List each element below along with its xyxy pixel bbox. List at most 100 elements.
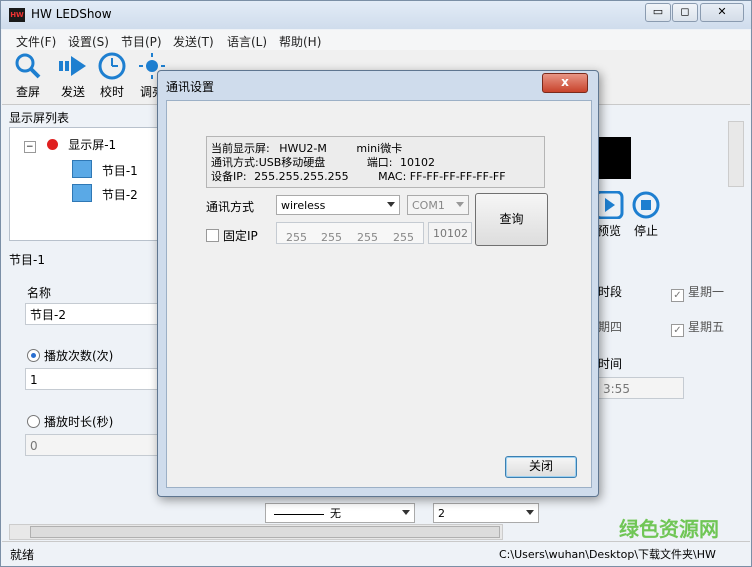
time-label: 时间 <box>598 357 623 371</box>
status-bar: 就绪 C:\Users\wuhan\Desktop\下载文件夹\HW <box>2 541 750 566</box>
program-panel-header: 节目-1 <box>9 253 45 267</box>
menu-language[interactable]: 语言(L) <box>227 33 267 50</box>
weekday-1-label: 星期一 <box>688 285 725 299</box>
ip-segment-4: 255 <box>393 231 414 244</box>
stop-label: 停止 <box>633 224 658 238</box>
port-input[interactable]: 10102 <box>428 222 472 244</box>
close-button[interactable]: ✕ <box>700 3 744 22</box>
line-style-swatch <box>274 513 324 515</box>
weekday-4-label: 期四 <box>598 320 623 334</box>
line-style-select[interactable]: 无 <box>265 503 415 523</box>
com-port-select[interactable]: COM1 <box>407 195 469 215</box>
mac-value: FF-FF-FF-FF-FF-FF <box>409 170 506 183</box>
screen-list-header: 显示屏列表 <box>9 111 70 125</box>
menu-program[interactable]: 节目(P) <box>121 33 162 50</box>
line-style-value: 无 <box>330 507 341 520</box>
dialog-body: 当前显示屏: HWU2-M mini微卡 通讯方式:USB移动硬盘 端口: 10… <box>166 100 592 488</box>
title-bar: HW HW LEDShow ▭ ◻ ✕ <box>1 1 751 29</box>
program-2-label: 节目-2 <box>101 188 138 202</box>
clock-label: 校时 <box>99 85 124 99</box>
query-button[interactable]: 查询 <box>475 193 548 246</box>
fixed-ip-input[interactable]: 255 255 255 255 <box>276 222 424 244</box>
stop-button[interactable]: 停止 <box>626 191 666 241</box>
screen-tree: − 显示屏-1 节目-1 节目-2 <box>9 127 159 241</box>
dialog-close-icon[interactable]: x <box>542 73 588 93</box>
time-input[interactable]: 3:55 <box>598 377 684 399</box>
tree-item-program-1[interactable]: 节目-1 <box>72 160 138 179</box>
com-port-value: COM1 <box>412 199 445 212</box>
app-title: HW LEDShow <box>31 7 112 21</box>
menu-settings[interactable]: 设置(S) <box>68 33 109 50</box>
watermark: 绿色资源网 <box>619 517 719 541</box>
maximize-button[interactable]: ◻ <box>672 3 698 22</box>
tree-item-screen[interactable]: − 显示屏-1 <box>24 136 116 153</box>
mac-label: MAC: <box>378 170 407 183</box>
send-button[interactable]: 发送 <box>53 52 93 102</box>
info-line-3: 设备IP: 255.255.255.255 MAC: FF-FF-FF-FF-F… <box>211 168 506 184</box>
fixed-ip-checkbox[interactable]: 固定IP <box>206 227 258 244</box>
play-count-radio[interactable]: 播放次数(次) <box>27 347 113 364</box>
device-info-box: 当前显示屏: HWU2-M mini微卡 通讯方式:USB移动硬盘 端口: 10… <box>206 136 545 188</box>
play-count-label: 播放次数(次) <box>44 349 114 363</box>
ip-label: 设备IP: <box>211 170 247 183</box>
radio-icon <box>27 415 40 428</box>
radio-icon <box>27 349 40 362</box>
menu-send[interactable]: 发送(T) <box>173 33 214 50</box>
checkbox-icon <box>206 229 219 242</box>
app-logo-icon: HW <box>9 8 25 22</box>
minimize-button[interactable]: ▭ <box>645 3 671 22</box>
program-icon <box>72 160 92 178</box>
find-label: 查屏 <box>15 85 40 99</box>
scroll-thumb[interactable] <box>30 526 500 538</box>
find-screen-button[interactable]: 查屏 <box>8 52 48 102</box>
ip-segment-1: 255 <box>286 231 307 244</box>
red-dot-icon <box>47 139 59 150</box>
stop-icon <box>632 191 660 219</box>
comm-settings-dialog: 通讯设置 x 当前显示屏: HWU2-M mini微卡 通讯方式:USB移动硬盘… <box>157 70 599 497</box>
screen-label: 显示屏-1 <box>68 138 117 152</box>
line-width-select[interactable]: 2 <box>433 503 539 523</box>
play-duration-radio[interactable]: 播放时长(秒) <box>27 413 113 430</box>
ip-segment-2: 255 <box>321 231 342 244</box>
fixed-ip-label: 固定IP <box>223 229 258 243</box>
ip-segment-3: 255 <box>357 231 378 244</box>
weekday-1-checkbox[interactable]: ✓ 星期一 <box>671 283 724 302</box>
arrow-right-icon <box>59 56 86 76</box>
chevron-down-icon <box>526 510 534 515</box>
weekday-5-checkbox[interactable]: ✓ 星期五 <box>671 318 724 337</box>
name-input[interactable]: 节目-2 <box>25 303 159 325</box>
comm-mode-select-value: wireless <box>281 199 326 212</box>
name-label: 名称 <box>27 286 52 300</box>
tree-item-program-2[interactable]: 节目-2 <box>72 184 138 203</box>
comm-mode-select[interactable]: wireless <box>276 195 400 215</box>
status-text: 就绪 <box>10 548 35 562</box>
comm-mode-field-label: 通讯方式 <box>206 200 255 214</box>
time-segment-label: 时段 <box>598 285 623 299</box>
play-count-input[interactable]: 1 <box>25 368 159 390</box>
preview-screen <box>595 137 631 179</box>
program-1-label: 节目-1 <box>101 164 138 178</box>
checkbox-icon: ✓ <box>671 289 684 302</box>
play-duration-input[interactable]: 0 <box>25 434 159 456</box>
menu-file[interactable]: 文件(F) <box>16 33 56 50</box>
ip-value: 255.255.255.255 <box>254 170 349 183</box>
program-icon <box>72 184 92 202</box>
dialog-close-button[interactable]: 关闭 <box>505 456 577 478</box>
chevron-down-icon <box>387 202 395 207</box>
dialog-title: 通讯设置 <box>166 80 215 94</box>
clock-icon <box>98 52 126 80</box>
line-width-value: 2 <box>438 507 445 520</box>
clock-sync-button[interactable]: 校时 <box>92 52 132 102</box>
chevron-down-icon <box>456 202 464 207</box>
menu-help[interactable]: 帮助(H) <box>279 33 321 50</box>
status-path: C:\Users\wuhan\Desktop\下载文件夹\HW <box>499 548 716 561</box>
play-duration-label: 播放时长(秒) <box>44 415 114 429</box>
send-label: 发送 <box>60 85 85 99</box>
menu-bar: 文件(F) 设置(S) 节目(P) 发送(T) 语言(L) 帮助(H) <box>2 30 750 50</box>
checkbox-icon: ✓ <box>671 324 684 337</box>
chevron-down-icon <box>402 510 410 515</box>
horizontal-scrollbar[interactable] <box>9 524 503 540</box>
weekday-5-label: 星期五 <box>688 320 725 334</box>
vertical-scrollbar[interactable] <box>728 121 744 187</box>
search-icon <box>15 53 41 79</box>
